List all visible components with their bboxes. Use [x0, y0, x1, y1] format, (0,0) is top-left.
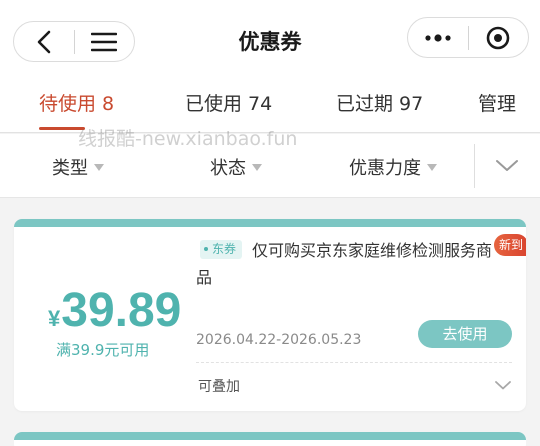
chevron-left-icon [37, 30, 51, 53]
status-tabs: 待使用 8 已使用 74 已过期 97 管理 [0, 75, 540, 133]
caret-down-icon [94, 163, 104, 171]
use-coupon-button[interactable]: 去使用 [418, 320, 512, 348]
nav-pill [13, 21, 135, 62]
tab-used[interactable]: 已使用 74 [185, 89, 272, 116]
caret-down-icon [252, 163, 262, 171]
currency-symbol: ¥ [48, 306, 61, 331]
filter-label: 优惠力度 [349, 158, 421, 179]
card-top-strip [14, 219, 526, 227]
coupon-amount: ¥ 39.89 [48, 283, 181, 338]
filter-label: 状态 [210, 158, 246, 179]
new-badge: 新到 [494, 234, 526, 256]
card-top-strip [14, 432, 526, 440]
tab-pending[interactable]: 待使用 8 [39, 89, 114, 116]
close-miniprogram-button[interactable] [469, 18, 529, 57]
active-tab-indicator [39, 127, 85, 130]
filter-label: 类型 [52, 158, 88, 179]
more-dots-icon [425, 33, 451, 42]
chevron-down-icon [496, 160, 518, 171]
menu-button[interactable] [75, 22, 135, 61]
more-button[interactable] [408, 18, 468, 57]
tab-manage[interactable]: 管理 [478, 89, 516, 116]
coupon-card-next[interactable] [14, 432, 526, 446]
top-bar: 优惠券 [0, 0, 540, 75]
filter-type[interactable]: 类型 [52, 154, 104, 180]
back-button[interactable] [14, 22, 74, 61]
expand-details-button[interactable] [492, 377, 514, 393]
filter-discount[interactable]: 优惠力度 [349, 154, 437, 180]
validity-period: 2026.04.22-2026.05.23 [196, 332, 362, 348]
caret-down-icon [427, 163, 437, 171]
hamburger-menu-icon [91, 32, 118, 51]
filter-bar: 类型 状态 优惠力度 [0, 134, 540, 198]
tab-expired[interactable]: 已过期 97 [336, 89, 423, 116]
chevron-down-icon [495, 380, 511, 389]
dashed-divider [196, 362, 512, 363]
filter-status[interactable]: 状态 [210, 154, 262, 180]
coupon-card[interactable]: ¥ 39.89 满39.9元可用 仅可购买京东家庭维修检测服务商品 东券 新到 … [14, 219, 526, 411]
capsule-pill [407, 17, 529, 58]
target-circle-icon [486, 26, 510, 49]
stackable-label: 可叠加 [198, 379, 240, 395]
usage-threshold: 满39.9元可用 [56, 341, 150, 359]
filter-divider [474, 144, 475, 188]
amount-value: 39.89 [61, 284, 182, 337]
expand-filters-button[interactable] [490, 152, 524, 180]
source-badge: 东券 [200, 240, 243, 259]
